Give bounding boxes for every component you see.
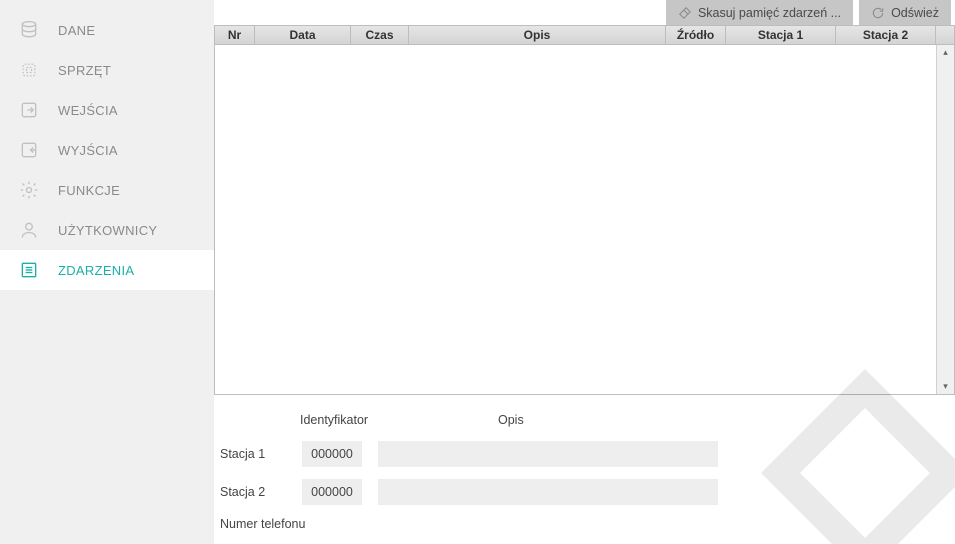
broom-icon	[678, 6, 692, 20]
gear-icon	[18, 179, 40, 201]
column-header-extra	[936, 26, 954, 44]
clear-events-button[interactable]: Skasuj pamięć zdarzeń ...	[666, 0, 853, 25]
refresh-icon	[871, 6, 885, 20]
sidebar-item-label: WEJŚCIA	[58, 103, 118, 118]
toolbar: Skasuj pamięć zdarzeń ... Odśwież	[214, 0, 955, 25]
refresh-label: Odśwież	[891, 6, 939, 20]
user-icon	[18, 219, 40, 241]
sidebar-item-dane[interactable]: DANE	[0, 10, 214, 50]
detail-panel: Identyfikator Opis Stacja 1 000000 Stacj…	[214, 395, 955, 543]
sidebar-item-label: DANE	[58, 23, 95, 38]
column-header-stacja2[interactable]: Stacja 2	[836, 26, 936, 44]
sidebar-item-sprzet[interactable]: SPRZĘT	[0, 50, 214, 90]
chip-icon	[18, 59, 40, 81]
column-header-stacja1[interactable]: Stacja 1	[726, 26, 836, 44]
sidebar-item-uzytkownicy[interactable]: UŻYTKOWNICY	[0, 210, 214, 250]
detail-label-phone: Numer telefonu	[220, 517, 305, 531]
detail-row-stacja1: Stacja 1 000000	[220, 441, 949, 467]
sidebar-item-wyjscia[interactable]: WYJŚCIA	[0, 130, 214, 170]
sidebar-item-label: WYJŚCIA	[58, 143, 118, 158]
events-table-header: Nr Data Czas Opis Źródło Stacja 1 Stacja…	[214, 25, 955, 45]
output-icon	[18, 139, 40, 161]
detail-label-stacja2: Stacja 2	[220, 485, 290, 499]
detail-header-identyfikator: Identyfikator	[220, 413, 498, 427]
sidebar-item-funkcje[interactable]: FUNKCJE	[0, 170, 214, 210]
sidebar: DANE SPRZĘT WEJŚCIA WYJŚCIA FUNKCJE	[0, 0, 214, 544]
detail-header-row: Identyfikator Opis	[220, 413, 949, 427]
stacja1-opis-field[interactable]	[378, 441, 718, 467]
column-header-zrodlo[interactable]: Źródło	[666, 26, 726, 44]
sidebar-item-label: UŻYTKOWNICY	[58, 223, 157, 238]
column-header-czas[interactable]: Czas	[351, 26, 409, 44]
column-header-nr[interactable]: Nr	[215, 26, 255, 44]
database-icon	[18, 19, 40, 41]
events-grid	[214, 45, 955, 395]
column-header-data[interactable]: Data	[255, 26, 351, 44]
stacja2-opis-field[interactable]	[378, 479, 718, 505]
input-icon	[18, 99, 40, 121]
sidebar-item-zdarzenia[interactable]: ZDARZENIA	[0, 250, 214, 290]
main-panel: Skasuj pamięć zdarzeń ... Odśwież Nr Dat…	[214, 0, 955, 544]
events-grid-body[interactable]	[215, 45, 936, 394]
column-header-opis[interactable]: Opis	[409, 26, 666, 44]
stacja2-id-field[interactable]: 000000	[302, 479, 362, 505]
detail-row-stacja2: Stacja 2 000000	[220, 479, 949, 505]
detail-header-opis: Opis	[498, 413, 524, 427]
list-icon	[18, 259, 40, 281]
refresh-button[interactable]: Odśwież	[859, 0, 951, 25]
stacja1-id-field[interactable]: 000000	[302, 441, 362, 467]
vertical-scrollbar[interactable]	[936, 45, 954, 394]
sidebar-item-label: SPRZĘT	[58, 63, 111, 78]
sidebar-item-label: FUNKCJE	[58, 183, 120, 198]
detail-label-stacja1: Stacja 1	[220, 447, 290, 461]
detail-row-phone: Numer telefonu	[220, 517, 949, 531]
sidebar-item-label: ZDARZENIA	[58, 263, 134, 278]
sidebar-item-wejscia[interactable]: WEJŚCIA	[0, 90, 214, 130]
clear-events-label: Skasuj pamięć zdarzeń ...	[698, 6, 841, 20]
